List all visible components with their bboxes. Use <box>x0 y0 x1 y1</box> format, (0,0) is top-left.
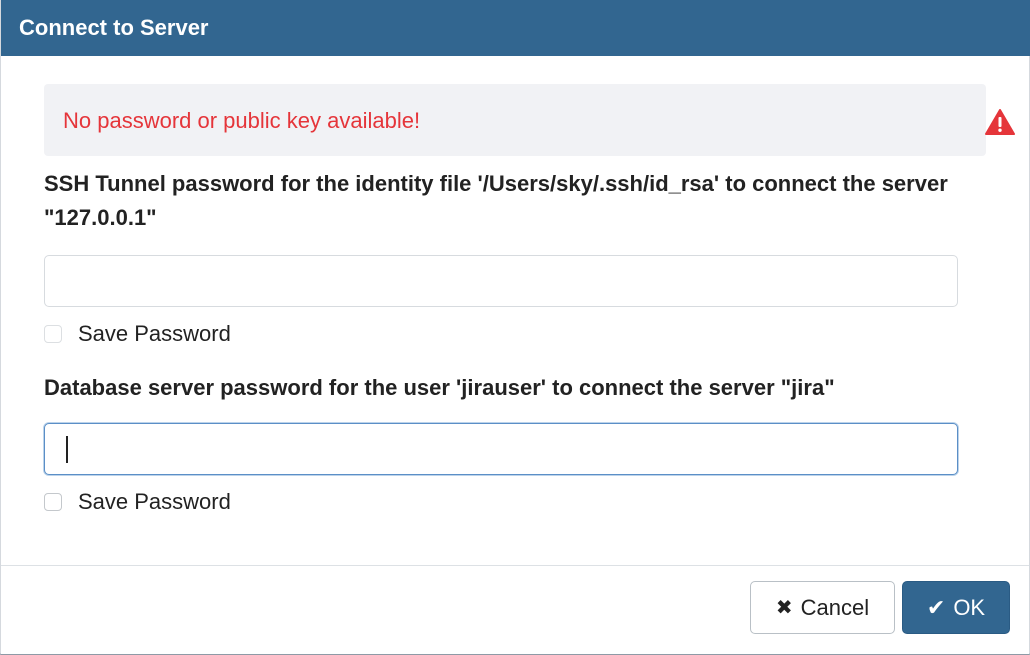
db-save-password-checkbox[interactable] <box>44 493 62 511</box>
ssh-save-password-label: Save Password <box>78 321 231 346</box>
ssh-save-password-checkbox[interactable] <box>44 325 62 343</box>
error-alert: No password or public key available! <box>44 84 986 156</box>
ok-button[interactable]: ✔ OK <box>902 581 1010 634</box>
alert-message: No password or public key available! <box>63 108 421 133</box>
ssh-tunnel-password-label: SSH Tunnel password for the identity fil… <box>44 171 948 230</box>
database-password-label: Database server password for the user 'j… <box>44 375 835 400</box>
cancel-button-label: Cancel <box>800 594 870 620</box>
check-icon: ✔ <box>926 594 946 620</box>
cancel-button[interactable]: ✖ Cancel <box>750 581 895 634</box>
database-password-input[interactable] <box>44 423 958 475</box>
ok-button-label: OK <box>953 594 986 620</box>
text-caret <box>66 436 68 463</box>
ssh-tunnel-password-input[interactable] <box>44 255 958 307</box>
db-save-password-label: Save Password <box>78 489 231 514</box>
warning-triangle-icon <box>984 108 1016 136</box>
close-icon: ✖ <box>775 596 793 619</box>
dialog-title: Connect to Server <box>1 0 1030 56</box>
connect-to-server-dialog: Connect to Server No password or public … <box>0 0 1030 655</box>
db-save-password-row[interactable]: Save Password <box>44 487 231 517</box>
ssh-save-password-row[interactable]: Save Password <box>44 319 231 349</box>
